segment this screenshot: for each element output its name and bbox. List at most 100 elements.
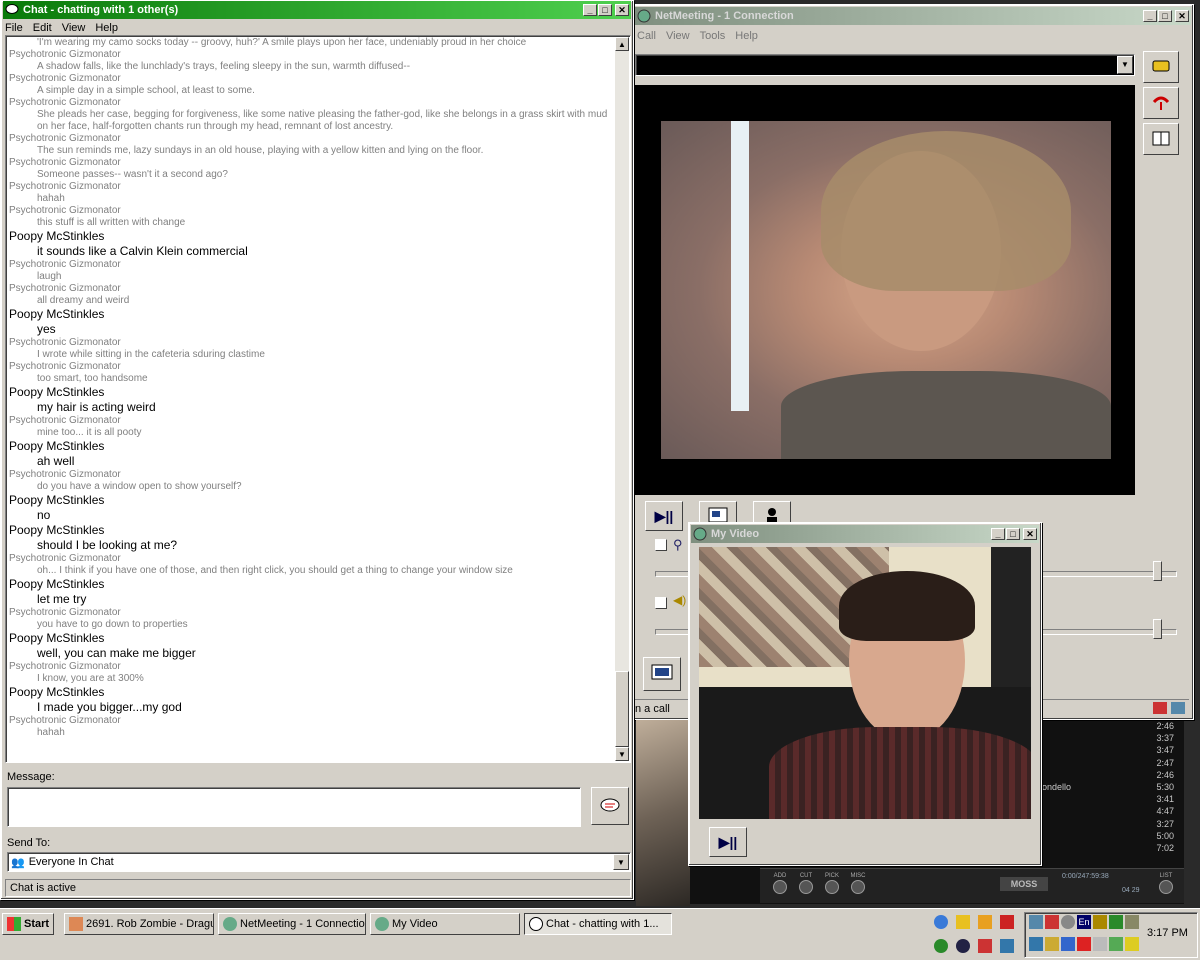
lightning-icon[interactable]: [956, 915, 970, 929]
menu-view[interactable]: View: [62, 22, 86, 34]
taskbar-chat-icon[interactable]: [1125, 937, 1139, 951]
menu-help[interactable]: Help: [95, 22, 118, 34]
globe-icon[interactable]: [934, 939, 948, 953]
player-add-button[interactable]: ADD: [770, 873, 790, 897]
mail-icon[interactable]: [1045, 937, 1059, 951]
menu-tools[interactable]: Tools: [700, 30, 726, 42]
video-play-pause-button[interactable]: ▶||: [645, 501, 683, 531]
player-pick-button[interactable]: PICK: [822, 873, 842, 897]
hang-up-button[interactable]: [1143, 87, 1179, 119]
speaker-icon: ◀): [673, 593, 687, 607]
alert-icon[interactable]: [1077, 937, 1091, 951]
monitor-icon[interactable]: [1029, 915, 1043, 929]
speaker-slider-thumb[interactable]: [1153, 619, 1162, 639]
taskbar-item-netmeeting[interactable]: NetMeeting - 1 Connection: [218, 913, 366, 935]
chat-message-sender: Psychotronic Gizmonator: [9, 73, 121, 84]
address-dropdown-arrow[interactable]: ▼: [1117, 56, 1133, 74]
address-combo[interactable]: ▼: [635, 54, 1135, 76]
my-video-poster: [991, 547, 1031, 697]
speaker-checkbox[interactable]: [655, 597, 667, 609]
microphone-slider-thumb[interactable]: [1153, 561, 1162, 581]
my-video-play-pause-button[interactable]: ▶||: [709, 827, 747, 857]
start-button[interactable]: Start: [2, 913, 54, 935]
playlist-time: 2:46: [1156, 769, 1174, 780]
users-icon[interactable]: [1029, 937, 1043, 951]
playlist-time: 5:00: [1156, 830, 1174, 841]
desktop-wallpaper-fragment: [636, 720, 690, 906]
gear-icon[interactable]: [1109, 937, 1123, 951]
chat-message-sender: Psychotronic Gizmonator: [9, 415, 121, 426]
my-video-title: My Video: [711, 528, 760, 540]
menu-help[interactable]: Help: [735, 30, 758, 42]
chat-message-text: hahah: [37, 727, 65, 738]
playlist-times: 2:46 3:37 3:47 2:47 2:46 5:30 3:41 4:47 3:27 5:00…: [1134, 720, 1174, 854]
netmeeting-titlebar[interactable]: NetMeeting - 1 Connection _ □ ✕: [635, 7, 1191, 25]
chat-titlebar[interactable]: Chat - chatting with 1 other(s) _ □ ✕: [3, 1, 631, 19]
close-button[interactable]: ✕: [1023, 528, 1037, 540]
chat-message-sender: Psychotronic Gizmonator: [9, 157, 121, 168]
chat-message-sender: Psychotronic Gizmonator: [9, 469, 121, 480]
chat-message-sender: Psychotronic Gizmonator: [9, 181, 121, 192]
playlist-time: 5:30: [1156, 782, 1174, 793]
player-cut-button[interactable]: CUT: [796, 873, 816, 897]
scroll-up-arrow[interactable]: ▲: [615, 37, 629, 51]
chat-message-sender: Psychotronic Gizmonator: [9, 661, 121, 672]
play-icon[interactable]: [978, 915, 992, 929]
volume-icon[interactable]: [1093, 915, 1107, 929]
menu-file[interactable]: File: [5, 22, 23, 34]
player-list-button[interactable]: LIST: [1156, 873, 1176, 897]
menu-call[interactable]: Call: [637, 30, 656, 42]
message-input[interactable]: [7, 787, 581, 827]
minimize-button[interactable]: _: [991, 528, 1005, 540]
gem-icon[interactable]: [978, 939, 992, 953]
scroll-down-arrow[interactable]: ▼: [615, 747, 629, 761]
shield-icon[interactable]: [1045, 915, 1059, 929]
remote-video-hair: [821, 131, 1071, 291]
maximize-button[interactable]: □: [1006, 528, 1020, 540]
search-icon[interactable]: [1061, 915, 1075, 929]
chat-scrollbar[interactable]: ▲ ▼: [615, 37, 629, 761]
chat-message-text: A simple day in a simple school, at leas…: [37, 85, 255, 96]
menu-edit[interactable]: Edit: [33, 22, 52, 34]
my-video-titlebar[interactable]: My Video _ □ ✕: [691, 525, 1039, 543]
player-misc-button[interactable]: MISC: [848, 873, 868, 897]
send-to-select[interactable]: 👥 Everyone In Chat ▼: [7, 852, 631, 872]
minimize-button[interactable]: _: [583, 4, 597, 16]
connection-icon[interactable]: [1061, 937, 1075, 951]
taskbar-item-label: Chat - chatting with 1...: [546, 918, 659, 930]
my-video-window[interactable]: My Video _ □ ✕ ▶||: [688, 522, 1042, 866]
directory-button[interactable]: [1143, 123, 1179, 155]
place-call-button[interactable]: [1143, 51, 1179, 83]
maximize-button[interactable]: □: [598, 4, 612, 16]
minimize-button[interactable]: _: [1143, 10, 1157, 22]
printer-icon[interactable]: [1125, 915, 1139, 929]
clock[interactable]: 3:17 PM: [1147, 927, 1188, 939]
close-button[interactable]: ✕: [1175, 10, 1189, 22]
taskbar-item-chat[interactable]: Chat - chatting with 1...: [524, 913, 672, 935]
media-icon[interactable]: [1000, 915, 1014, 929]
close-button[interactable]: ✕: [615, 4, 629, 16]
taskbar-item-winamp[interactable]: 2691. Rob Zombie - Dragu...: [64, 913, 214, 935]
send-message-button[interactable]: [591, 787, 629, 825]
orb-icon[interactable]: [956, 939, 970, 953]
send-to-dropdown-arrow[interactable]: ▼: [613, 854, 629, 870]
chat-message-sender: Psychotronic Gizmonator: [9, 553, 121, 564]
share-button[interactable]: [643, 657, 681, 691]
scroll-thumb[interactable]: [615, 671, 629, 747]
send-to-value: Everyone In Chat: [28, 856, 114, 868]
menu-view[interactable]: View: [666, 30, 690, 42]
quick-launch: [930, 913, 1020, 957]
maximize-button[interactable]: □: [1158, 10, 1172, 22]
network-icon[interactable]: [1109, 915, 1123, 929]
ie-icon[interactable]: [934, 915, 948, 929]
playlist-time: 3:41: [1156, 794, 1174, 805]
language-indicator[interactable]: En: [1077, 915, 1091, 929]
chat-message-text: A shadow falls, like the lunchlady's tra…: [37, 61, 411, 72]
chat-message-sender: Psychotronic Gizmonator: [9, 607, 121, 618]
chat-window[interactable]: Chat - chatting with 1 other(s) _ □ ✕ Fi…: [0, 0, 634, 900]
microphone-checkbox[interactable]: [655, 539, 667, 551]
playlist-time: 3:37: [1156, 733, 1174, 744]
card-icon[interactable]: [1093, 937, 1107, 951]
download-icon[interactable]: [1000, 939, 1014, 953]
taskbar-item-my-video[interactable]: My Video: [370, 913, 520, 935]
